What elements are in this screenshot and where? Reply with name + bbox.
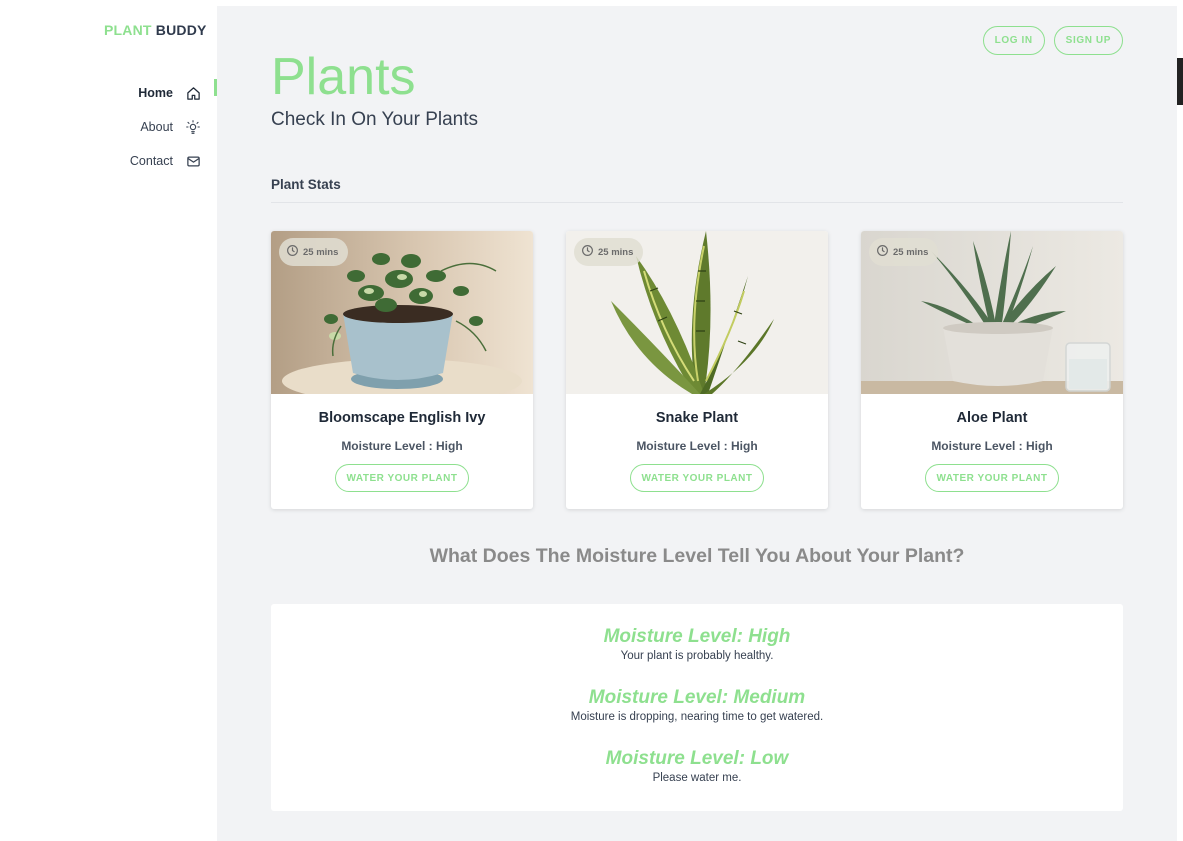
moisture-question-heading: What Does The Moisture Level Tell You Ab… [429, 545, 965, 567]
legend-heading: Moisture Level: High [603, 626, 791, 647]
water-plant-button[interactable]: WATER YOUR PLANT [334, 464, 470, 492]
water-plant-button[interactable]: WATER YOUR PLANT [924, 464, 1060, 492]
window-scrollbar[interactable] [1177, 58, 1183, 105]
moisture-legend-item-high: Moisture Level: High Your plant is proba… [271, 625, 1123, 686]
water-plant-button[interactable]: WATER YOUR PLANT [629, 464, 765, 492]
plant-card-snake: 25 mins Snake Plant Moisture Level : Hig… [566, 231, 828, 509]
sidebar-item-contact[interactable]: Contact [0, 144, 217, 178]
legend-heading: Moisture Level: Medium [588, 687, 806, 708]
sidebar: PLANT BUDDY Home About Contact [0, 0, 217, 841]
time-badge: 25 mins [279, 238, 349, 266]
signup-button[interactable]: SIGN UP [1053, 26, 1123, 55]
page-subtitle: Check In On Your Plants [271, 109, 479, 130]
plant-card-ivy: 25 mins Bloomscape English Ivy Moisture … [271, 231, 533, 509]
sidebar-nav: Home About Contact [0, 76, 217, 178]
time-badge: 25 mins [869, 238, 939, 266]
sidebar-item-home[interactable]: Home [0, 76, 217, 110]
time-badge-label: 25 mins [893, 246, 929, 258]
clock-icon [286, 244, 299, 260]
plant-image-aloe: 25 mins [861, 231, 1123, 394]
time-badge-label: 25 mins [598, 246, 634, 258]
sidebar-item-label: Home [138, 86, 173, 100]
moisture-legend-item-low: Moisture Level: Low Please water me. [271, 747, 1123, 808]
plant-name: Bloomscape English Ivy [318, 410, 486, 426]
plant-card-list: 25 mins Bloomscape English Ivy Moisture … [271, 231, 1123, 509]
auth-buttons: LOG IN SIGN UP [982, 26, 1123, 55]
sidebar-item-label: About [140, 120, 173, 134]
plant-stats-heading: Plant Stats [271, 177, 341, 192]
main-content: LOG IN SIGN UP Plants Check In On Your P… [217, 6, 1177, 841]
clock-icon [581, 244, 594, 260]
brand-logo-accent: PLANT [104, 22, 152, 38]
bulb-icon [185, 119, 201, 135]
moisture-level: Moisture Level : High [636, 439, 758, 453]
time-badge-label: 25 mins [303, 246, 339, 258]
moisture-legend-item-medium: Moisture Level: Medium Moisture is dropp… [271, 686, 1123, 747]
legend-description: Please water me. [652, 772, 742, 784]
plant-image-snake: 25 mins [566, 231, 828, 394]
clock-icon [876, 244, 889, 260]
login-button[interactable]: LOG IN [982, 26, 1045, 55]
legend-description: Moisture is dropping, nearing time to ge… [570, 711, 824, 723]
brand-logo[interactable]: PLANT BUDDY [104, 22, 207, 38]
brand-logo-rest: BUDDY [155, 22, 207, 38]
plant-card-aloe: 25 mins Aloe Plant Moisture Level : High… [861, 231, 1123, 509]
moisture-legend: Moisture Level: High Your plant is proba… [271, 604, 1123, 811]
page-title: Plants [271, 48, 416, 106]
legend-description: Your plant is probably healthy. [620, 650, 774, 662]
mail-icon [185, 153, 201, 169]
plant-image-ivy: 25 mins [271, 231, 533, 394]
section-divider [271, 202, 1123, 203]
home-icon [185, 85, 201, 101]
plant-name: Snake Plant [655, 410, 739, 426]
plant-name: Aloe Plant [956, 410, 1028, 426]
sidebar-item-about[interactable]: About [0, 110, 217, 144]
time-badge: 25 mins [574, 238, 644, 266]
sidebar-item-label: Contact [129, 154, 173, 168]
moisture-level: Moisture Level : High [931, 439, 1053, 453]
moisture-level: Moisture Level : High [341, 439, 463, 453]
legend-heading: Moisture Level: Low [605, 748, 789, 769]
